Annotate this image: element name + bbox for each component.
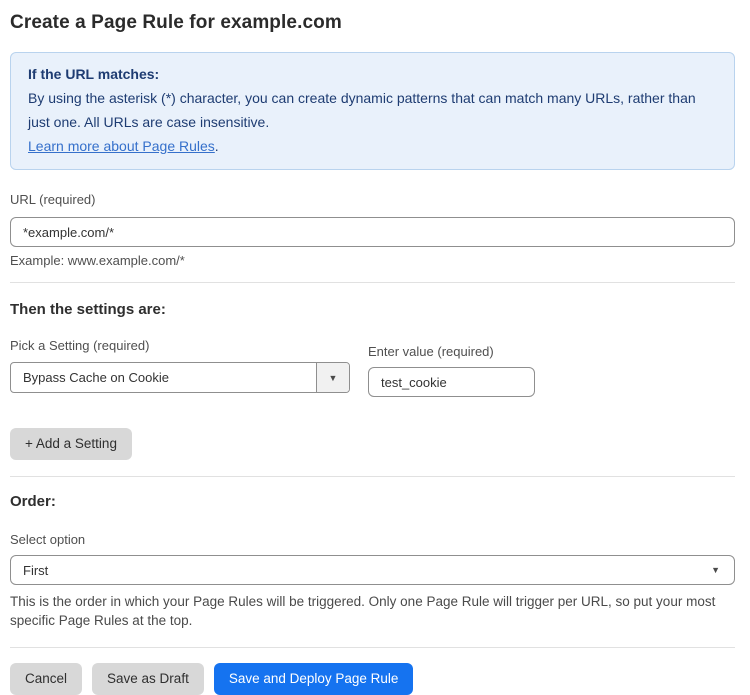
create-page-rule-form: Create a Page Rule for example.com If th… <box>0 0 750 695</box>
info-box-body: By using the asterisk (*) character, you… <box>28 86 717 134</box>
url-matches-info-box: If the URL matches: By using the asteris… <box>10 52 735 170</box>
setting-value-input[interactable] <box>368 367 535 397</box>
enter-value-label: Enter value (required) <box>368 344 535 359</box>
url-field-block: URL (required) Example: www.example.com/… <box>10 191 735 268</box>
learn-more-link[interactable]: Learn more about Page Rules <box>28 138 215 154</box>
info-box-heading: If the URL matches: <box>28 62 717 86</box>
setting-select-value: Bypass Cache on Cookie <box>11 363 316 392</box>
settings-section-heading: Then the settings are: <box>10 301 735 318</box>
order-helper-text: This is the order in which your Page Rul… <box>10 592 730 630</box>
order-section-heading: Order: <box>10 493 735 510</box>
order-select-value: First <box>23 563 48 578</box>
add-setting-button[interactable]: + Add a Setting <box>10 428 132 460</box>
url-field-label: URL (required) <box>10 192 96 207</box>
setting-select[interactable]: Bypass Cache on Cookie ▼ <box>10 362 350 393</box>
save-and-deploy-button[interactable]: Save and Deploy Page Rule <box>214 663 414 695</box>
divider-after-url <box>10 282 735 283</box>
footer-actions: Cancel Save as Draft Save and Deploy Pag… <box>10 663 735 695</box>
link-period: . <box>215 138 219 154</box>
page-title: Create a Page Rule for example.com <box>10 12 735 34</box>
url-input[interactable] <box>10 217 735 247</box>
pick-setting-column: Pick a Setting (required) Bypass Cache o… <box>10 338 350 393</box>
divider-after-settings <box>10 476 735 477</box>
settings-row: Pick a Setting (required) Bypass Cache o… <box>10 338 735 397</box>
cancel-button[interactable]: Cancel <box>10 663 82 695</box>
order-select[interactable]: First ▼ <box>10 555 735 585</box>
chevron-down-icon: ▼ <box>711 565 720 575</box>
chevron-down-icon[interactable]: ▼ <box>316 363 349 392</box>
enter-value-column: Enter value (required) <box>368 338 535 397</box>
order-select-label: Select option <box>10 532 735 547</box>
save-as-draft-button[interactable]: Save as Draft <box>92 663 204 695</box>
info-box-link-line: Learn more about Page Rules. <box>28 134 717 158</box>
pick-setting-label: Pick a Setting (required) <box>10 338 350 353</box>
url-example-helper: Example: www.example.com/* <box>10 253 735 268</box>
divider-footer <box>10 647 735 648</box>
